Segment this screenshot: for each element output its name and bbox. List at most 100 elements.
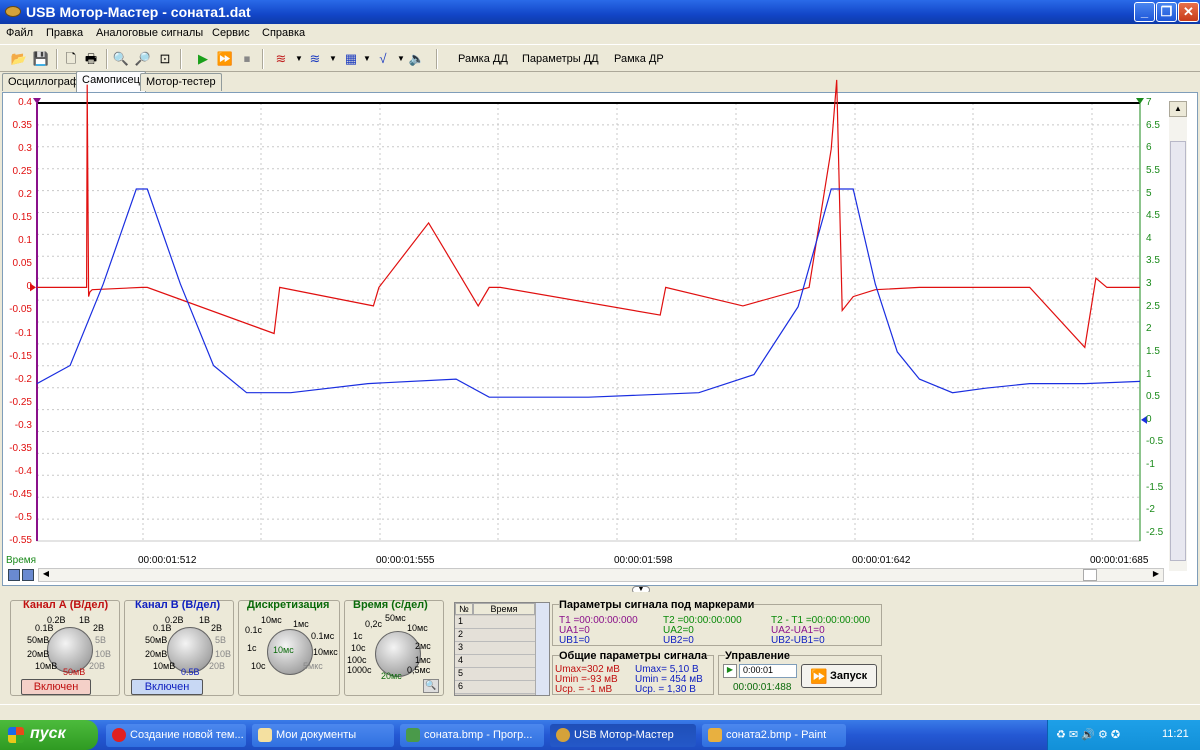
markers-row[interactable]: 4 [455, 655, 535, 668]
task-usb-motor[interactable]: USB Мотор-Мастер [550, 724, 696, 747]
y-tick-right: -2.5 [1146, 527, 1164, 538]
knob-label: 10мВ [35, 661, 58, 671]
marker-params-title: Параметры сигнала под маркерами [559, 599, 755, 611]
channel-a-title: Канал А (В/дел) [23, 599, 109, 611]
control-title: Управление [725, 650, 791, 662]
tray-icons[interactable]: ♻ ✉ 🔊 ⚙ ✪ [1056, 728, 1120, 741]
channel-b-avg: Uср. = 1,30 В [635, 684, 696, 695]
knob-label: 10В [215, 649, 232, 659]
vertical-scrollbar[interactable]: ▲ [1169, 101, 1187, 571]
x-tick: 00:00:01:598 [614, 555, 673, 566]
time-preview-icon[interactable]: 🔍 [423, 679, 439, 693]
markers-col-number: № [455, 603, 473, 615]
start-button[interactable]: ⏩ Запуск [801, 664, 877, 688]
start-label: Запуск [830, 670, 868, 682]
zoom-x-out-icon[interactable] [22, 569, 34, 581]
knob-label: 10с [351, 643, 366, 653]
horizontal-scrollbar[interactable]: ◀ ▶ [38, 568, 1164, 582]
hscroll-thumb[interactable] [1083, 569, 1097, 581]
windows-logo-icon [8, 727, 24, 743]
knob-label: 10мс [407, 623, 428, 633]
knob-label: 2мс [415, 641, 431, 651]
y-tick-left: 0.2 [18, 189, 32, 201]
status-bar [0, 704, 1200, 720]
y-tick-left: -0.45 [9, 488, 32, 500]
knob-label: 20В [209, 661, 226, 671]
knob-label: 1с [247, 643, 257, 653]
play-small-icon[interactable]: ▶ [723, 664, 737, 678]
knob-label: 0,2с [365, 619, 383, 629]
y-tick-left: -0.4 [14, 465, 32, 477]
scroll-right-icon[interactable]: ▶ [1149, 569, 1163, 581]
y-tick-left: -0.3 [14, 419, 32, 431]
y-tick-left: 0 [26, 281, 32, 293]
y-tick-right: 6 [1146, 142, 1152, 154]
y-tick-right: 6.5 [1146, 119, 1160, 131]
y-tick-right: 0.5 [1146, 391, 1160, 403]
markers-row[interactable]: 5 [455, 668, 535, 681]
x-tick: 00:00:01:685 [1090, 555, 1149, 566]
knob-label: 50мВ [145, 635, 168, 645]
task-paint[interactable]: соната2.bmp - Paint [702, 724, 846, 747]
y-tick-right: 2.5 [1146, 300, 1160, 312]
channel-b-enable-button[interactable]: Включен [131, 679, 203, 695]
markers-row[interactable]: 3 [455, 642, 535, 655]
markers-scrollbar[interactable] [535, 603, 549, 695]
channel-a-enable-button[interactable]: Включен [21, 679, 91, 695]
knob-label: 0.1с [245, 625, 263, 635]
knob-label: 10В [95, 649, 112, 659]
knob-label: 20В [89, 661, 106, 671]
y-tick-right: -1 [1146, 459, 1155, 471]
y-tick-left: -0.05 [9, 304, 32, 316]
knob-label: 10мс [273, 645, 294, 655]
knob-label: 20мВ [145, 649, 168, 659]
x-tick: 00:00:01:512 [138, 555, 197, 566]
y-tick-left: 0.35 [12, 120, 32, 132]
general-params-title: Общие параметры сигнала [559, 650, 708, 662]
knob-label: 1000с [347, 665, 372, 675]
marker-params-group: Параметры сигнала под маркерами T1 =00:0… [552, 599, 882, 646]
knob-label: 20мс [381, 671, 402, 681]
knob-label: 0,5мс [407, 665, 431, 675]
start-label: пуск [30, 725, 66, 742]
knob-label: 10мкс [313, 647, 338, 657]
knob-label: 50мс [385, 613, 406, 623]
time-group: Время (с/дел) 50мс 0,2с 10мс 1с 2мс 10с … [344, 599, 444, 696]
control-group: Управление ▶ 0:00:01 00:00:01:488 ⏩ Запу… [718, 650, 882, 695]
scroll-thumb[interactable] [1170, 141, 1186, 561]
task-documents[interactable]: Мои документы [252, 724, 394, 747]
markers-row[interactable]: 6 [455, 681, 535, 694]
y-tick-left: -0.2 [14, 373, 32, 385]
general-params-group: Общие параметры сигнала Umax=302 мВ Umin… [552, 650, 714, 695]
y-tick-right: 5.5 [1146, 164, 1160, 176]
y-tick-left: -0.25 [9, 396, 32, 408]
knob-label: 2В [93, 623, 105, 633]
knob-label: 1В [79, 615, 91, 625]
knob-label: 0.5В [181, 667, 200, 677]
task-opera[interactable]: Создание новой тем... [106, 724, 246, 747]
marker-ub2: UB2=0 [663, 635, 694, 646]
task-sonata-bmp[interactable]: соната.bmp - Прогр... [400, 724, 544, 747]
y-tick-left: 0.15 [12, 212, 32, 224]
markers-row[interactable]: 2 [455, 629, 535, 642]
knob-label: 0.1В [153, 623, 172, 633]
start-menu-button[interactable]: пуск [0, 720, 98, 750]
scroll-up-icon[interactable]: ▲ [1169, 101, 1187, 117]
zoom-x-in-icon[interactable] [8, 569, 20, 581]
y-tick-right: 3.5 [1146, 255, 1160, 267]
markers-row[interactable]: 1 [455, 616, 535, 629]
knob-label: 50мВ [27, 635, 50, 645]
y-tick-left: 0.25 [12, 166, 32, 178]
y-tick-right: -0.5 [1146, 436, 1164, 448]
knob-label: 50мВ [63, 667, 86, 677]
time-input[interactable]: 0:00:01 [739, 664, 797, 678]
y-tick-left: -0.15 [9, 350, 32, 362]
knob-label: 5В [95, 635, 107, 645]
y-tick-left: 0.05 [12, 258, 32, 270]
knob-label: 2В [211, 623, 223, 633]
plot-area[interactable] [0, 0, 1200, 592]
elapsed-time: 00:00:01:488 [733, 682, 792, 693]
x-tick: 00:00:01:555 [376, 555, 435, 566]
scroll-left-icon[interactable]: ◀ [39, 569, 53, 581]
y-tick-left: -0.55 [9, 535, 32, 546]
